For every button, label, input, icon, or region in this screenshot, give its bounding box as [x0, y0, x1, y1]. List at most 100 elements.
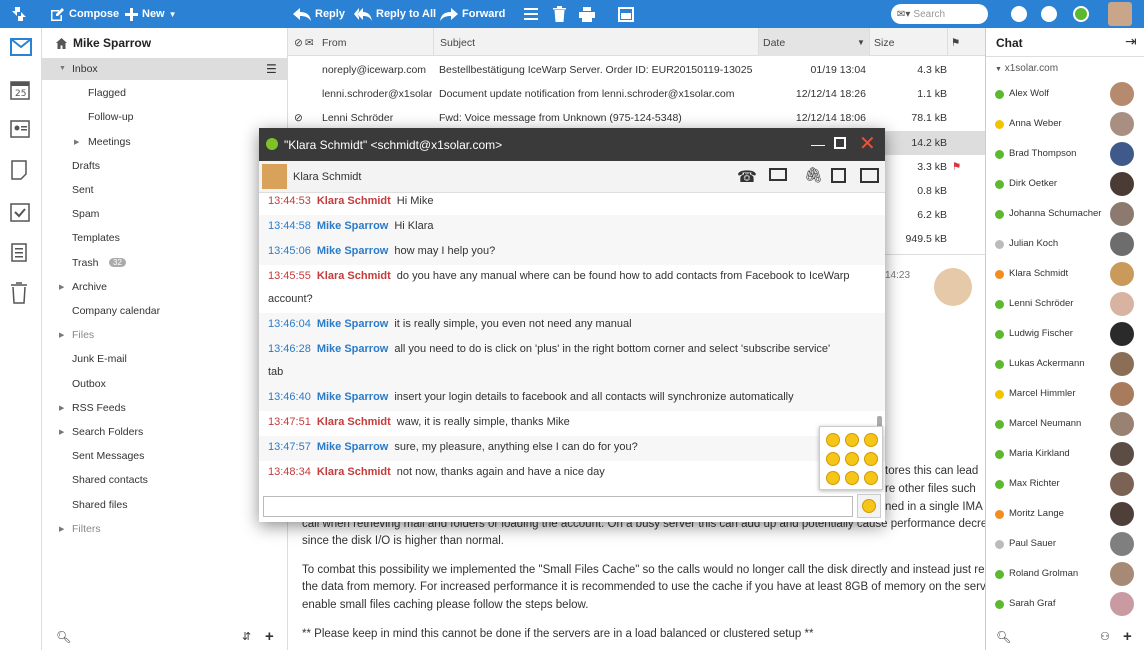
folder-drafts[interactable]: Drafts [42, 155, 288, 177]
add-icon[interactable]: + [265, 628, 274, 645]
folder-follow-up[interactable]: Follow-up [42, 106, 288, 128]
folder-trash[interactable]: Trash 32 [42, 252, 288, 274]
status-up-icon[interactable] [1011, 6, 1027, 22]
sync-icon[interactable] [12, 0, 26, 28]
compose-button[interactable]: Compose [50, 0, 119, 28]
history-icon[interactable] [831, 168, 846, 183]
emoji-smile-icon[interactable] [826, 433, 840, 447]
chat-contact[interactable]: Roland Grolman [986, 559, 1144, 589]
new-button[interactable]: New ▼ [125, 0, 177, 28]
add-contact-icon[interactable]: ⚇ [1100, 630, 1110, 643]
emoji-cool-icon[interactable] [826, 471, 840, 485]
contacts-icon[interactable] [10, 120, 32, 142]
journal-icon[interactable] [10, 242, 32, 264]
chat-contact[interactable]: Sarah Graf [986, 589, 1144, 619]
folder-inbox[interactable]: ▼ Inbox ☰ [42, 58, 288, 80]
chat-contact[interactable]: Paul Sauer [986, 529, 1144, 559]
emoji-sad-icon[interactable] [845, 433, 859, 447]
chat-contact[interactable]: Max Richter [986, 469, 1144, 499]
emoji-tongue-icon[interactable] [845, 471, 859, 485]
folder-search-folders[interactable]: ▶ Search Folders [42, 421, 288, 443]
expand-icon[interactable]: ▶ [74, 138, 79, 146]
notes-icon[interactable] [10, 160, 32, 182]
reply-all-button[interactable]: Reply to All [354, 0, 436, 28]
folder-shared-files[interactable]: Shared files [42, 494, 288, 516]
emoji-wink-icon[interactable] [826, 452, 840, 466]
emoji-button[interactable] [857, 494, 881, 518]
expand-icon[interactable]: ▶ [59, 331, 64, 339]
expand-icon[interactable]: ▶ [59, 283, 64, 291]
delete-icon[interactable] [553, 0, 566, 28]
calendar-icon[interactable]: 25 [10, 80, 32, 102]
expand-icon[interactable]: ▶ [59, 404, 64, 412]
trash-icon[interactable] [10, 282, 32, 304]
chat-search-icon[interactable]: 🔍︎ [996, 630, 1011, 644]
minimize-icon[interactable]: — [811, 136, 825, 152]
call-icon[interactable]: ☎ [737, 167, 757, 187]
chat-contact[interactable]: Julian Koch [986, 229, 1144, 259]
chat-contact[interactable]: Marcel Himmler [986, 379, 1144, 409]
chat-contact[interactable]: Maria Kirkland [986, 439, 1144, 469]
folder-archive[interactable]: ▶ Archive [42, 276, 288, 298]
folder-shared-contacts[interactable]: Shared contacts [42, 469, 288, 491]
mail-icon[interactable] [10, 38, 32, 60]
logout-icon[interactable]: ⇥ [1125, 33, 1137, 50]
chat-add-icon[interactable]: + [1123, 628, 1132, 645]
collapse-icon[interactable]: ▼ [59, 65, 66, 72]
col-from[interactable]: From [322, 37, 347, 49]
folder-files[interactable]: ▶ Files [42, 324, 288, 346]
print-icon[interactable] [579, 0, 595, 28]
chat-contact[interactable]: Dirk Oetker [986, 169, 1144, 199]
account-header[interactable]: Mike Sparrow [56, 36, 151, 50]
emoji-surprised-icon[interactable] [864, 452, 878, 466]
folder-menu-icon[interactable]: ☰ [266, 62, 277, 76]
avatar[interactable] [1108, 2, 1132, 26]
folder-outbox[interactable]: Outbox [42, 373, 288, 395]
table-row[interactable]: Lenni Schröder Fwd: Voice message from Un… [288, 106, 985, 130]
folder-filters[interactable]: ▶ Filters [42, 518, 288, 540]
forward-button[interactable]: Forward [440, 0, 505, 28]
folder-meetings[interactable]: ▶ Meetings [42, 131, 288, 153]
chat-contact[interactable]: Marcel Neumann [986, 409, 1144, 439]
table-row[interactable]: lenni.schroder@x1solar.c Document update … [288, 82, 985, 106]
search-input[interactable]: ✉▾ Search [891, 4, 988, 24]
close-icon[interactable]: ✕ [859, 131, 876, 156]
col-date[interactable]: Date [763, 37, 785, 49]
contact-card-icon[interactable] [860, 168, 879, 183]
folder-templates[interactable]: Templates [42, 227, 288, 249]
folder-spam[interactable]: Spam [42, 203, 288, 225]
preview-pane-icon[interactable] [618, 0, 634, 28]
chat-contact[interactable]: Anna Weber [986, 109, 1144, 139]
chat-contact[interactable]: Brad Thompson [986, 139, 1144, 169]
chat-contact[interactable]: Lukas Ackermann [986, 349, 1144, 379]
emoji-laugh-icon[interactable] [845, 452, 859, 466]
reply-button[interactable]: Reply [293, 0, 345, 28]
chat-contact[interactable]: Klara Schmidt [986, 259, 1144, 289]
chat-contact[interactable]: Ludwig Fischer [986, 319, 1144, 349]
search-icon[interactable]: 🔍︎ [56, 630, 71, 644]
tasks-icon[interactable] [10, 202, 32, 224]
chat-contact[interactable]: Moritz Lange [986, 499, 1144, 529]
folder-rss-feeds[interactable]: ▶ RSS Feeds [42, 397, 288, 419]
menu-icon[interactable] [524, 0, 538, 28]
emoji-grin-icon[interactable] [864, 471, 878, 485]
expand-icon[interactable]: ▶ [59, 525, 64, 533]
folder-junk-e-mail[interactable]: Junk E-mail [42, 348, 288, 370]
maximize-icon[interactable] [834, 137, 846, 149]
col-size[interactable]: Size [874, 37, 894, 49]
screen-share-icon[interactable] [769, 168, 787, 181]
folder-sent[interactable]: Sent [42, 179, 288, 201]
add-folder-icon[interactable]: ⇵ [242, 630, 251, 643]
chat-contact[interactable]: Lenni Schröder [986, 289, 1144, 319]
chat-message-input[interactable] [263, 496, 853, 517]
expand-icon[interactable]: ▶ [59, 428, 64, 436]
col-subject[interactable]: Subject [440, 37, 475, 49]
table-row[interactable]: noreply@icewarp.com Bestellbestätigung Ic… [288, 58, 985, 82]
chat-contact[interactable]: Alex Wolf [986, 79, 1144, 109]
flag-icon[interactable]: ⚑ [952, 161, 961, 173]
chat-group[interactable]: ▼ x1solar.com [995, 63, 1058, 74]
folder-company-calendar[interactable]: Company calendar [42, 300, 288, 322]
emoji-neutral-icon[interactable] [864, 433, 878, 447]
folder-sent-messages[interactable]: Sent Messages [42, 445, 288, 467]
folder-flagged[interactable]: Flagged [42, 82, 288, 104]
